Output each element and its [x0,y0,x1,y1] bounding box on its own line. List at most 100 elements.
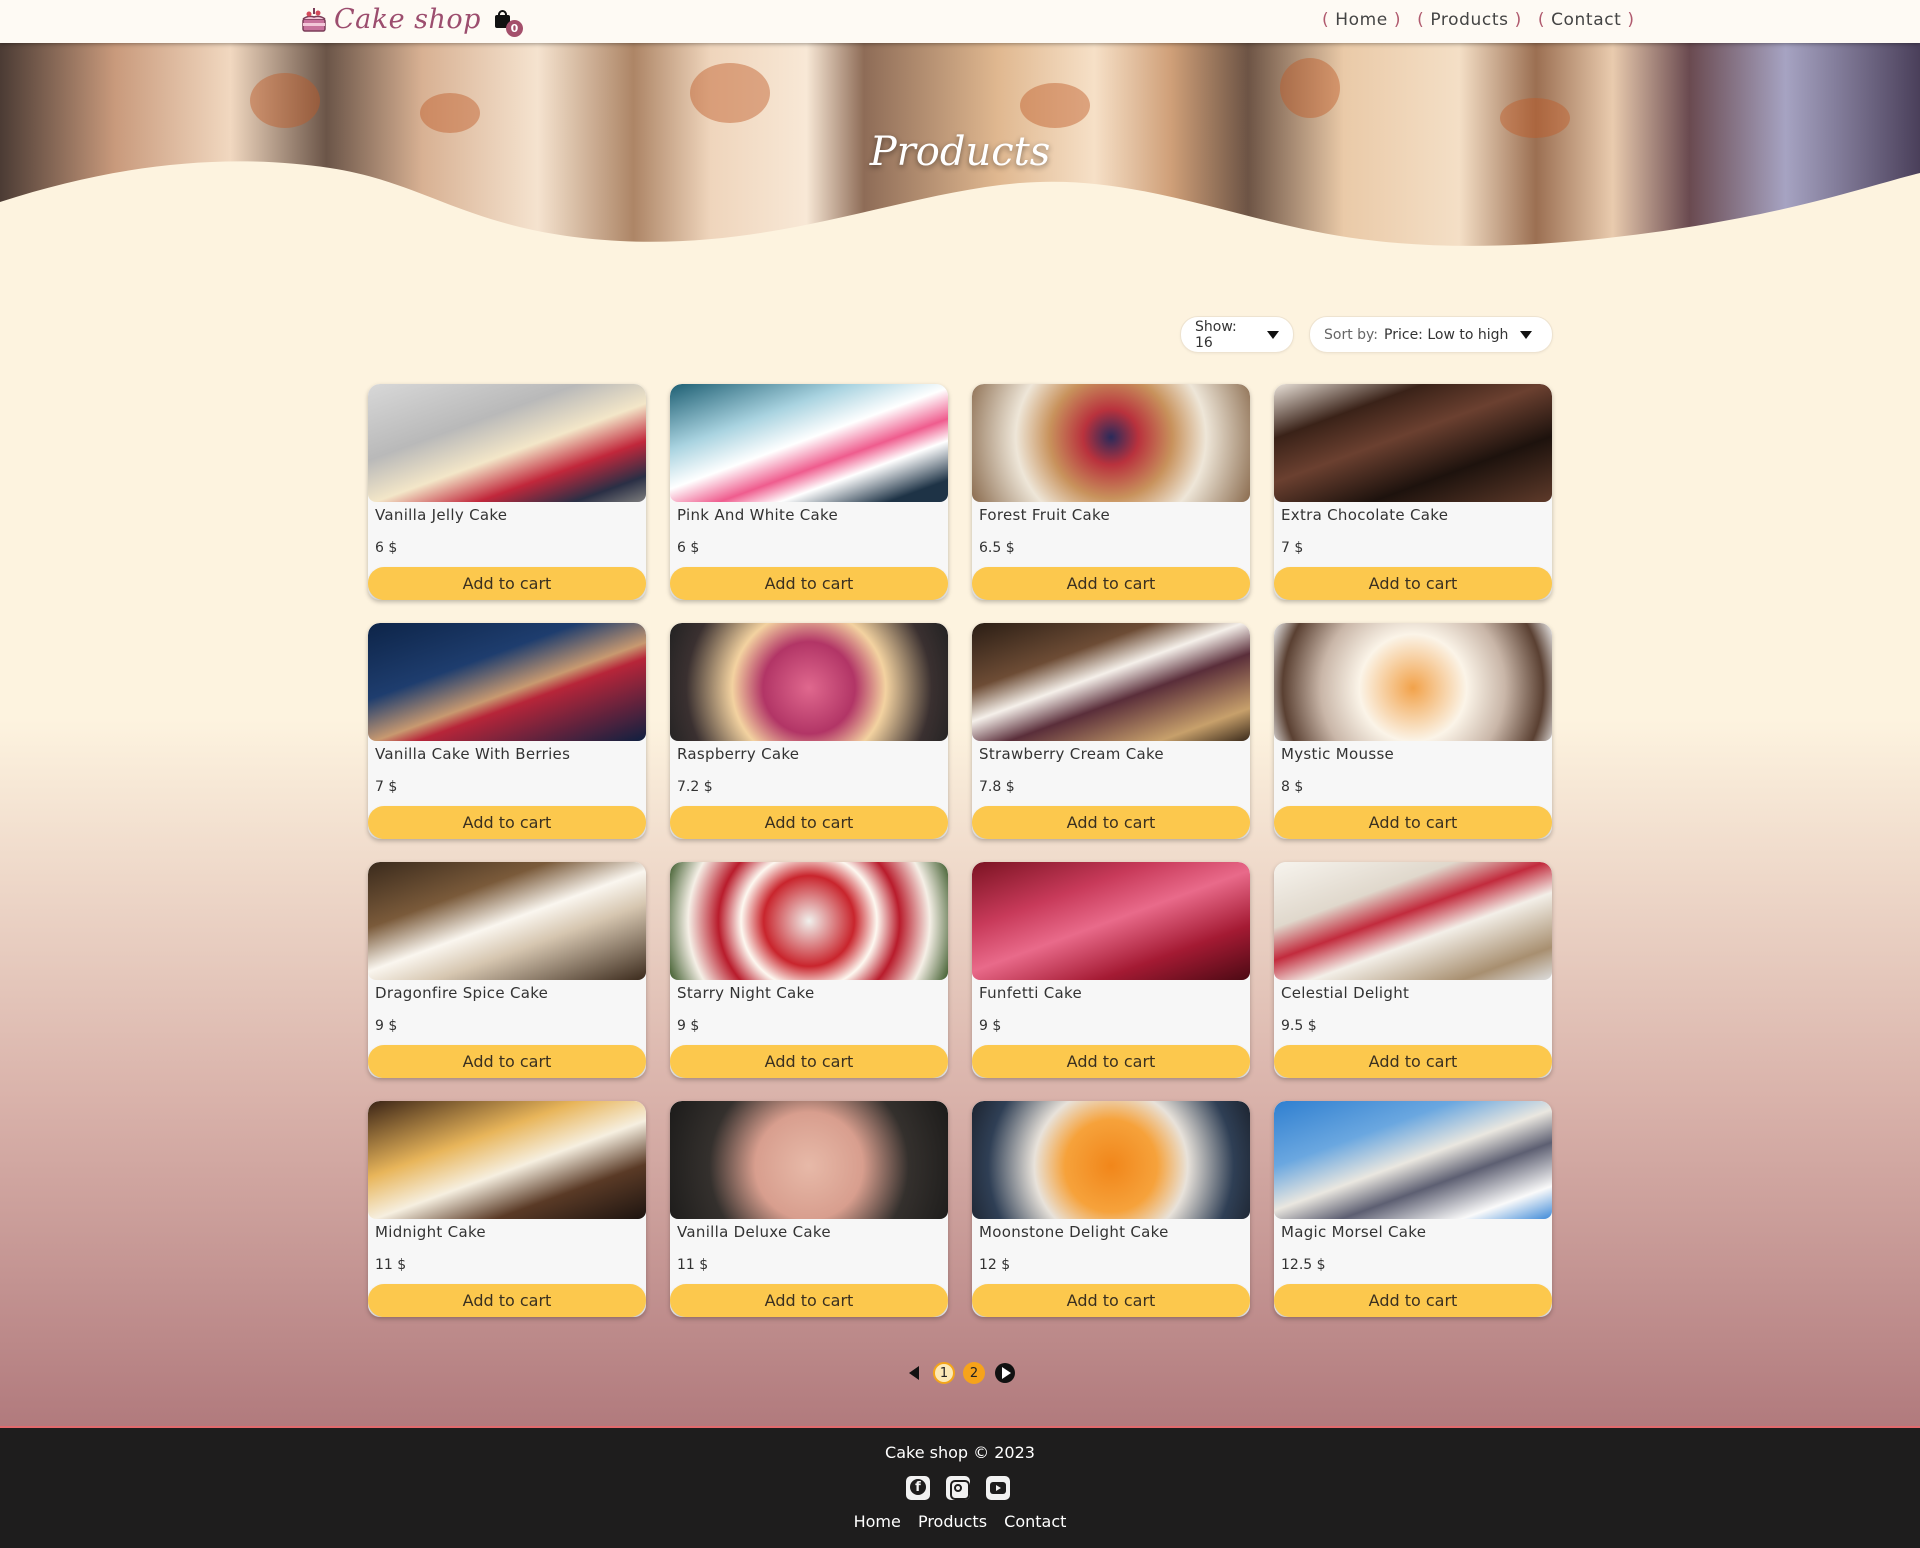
product-name: Vanilla Cake With Berries [375,745,571,763]
product-name: Mystic Mousse [1281,745,1395,763]
sort-select[interactable]: Sort by: Price: Low to high [1309,316,1553,353]
nav-home-label: Home [1335,10,1388,30]
product-name: Midnight Cake [375,1223,486,1241]
product-image[interactable] [670,862,948,980]
footer-link-products[interactable]: Products [918,1512,987,1531]
product-price: 6.5 $ [979,540,1015,556]
add-to-cart-button[interactable]: Add to cart [972,567,1250,600]
add-to-cart-button[interactable]: Add to cart [972,1045,1250,1078]
add-to-cart-button[interactable]: Add to cart [368,567,646,600]
product-card[interactable]: Vanilla Jelly Cake 6 $ Add to cart [368,384,646,600]
product-image[interactable] [972,384,1250,502]
next-page-icon[interactable] [995,1363,1015,1383]
cake-logo-icon [300,6,328,34]
add-to-cart-button[interactable]: Add to cart [368,806,646,839]
product-card[interactable]: Vanilla Deluxe Cake 11 $ Add to cart [670,1101,948,1317]
add-to-cart-button[interactable]: Add to cart [670,567,948,600]
page-2-button[interactable]: 2 [963,1362,985,1384]
prev-page-icon[interactable] [909,1366,919,1380]
cart-count-badge: 0 [505,19,523,37]
product-card[interactable]: Pink And White Cake 6 $ Add to cart [670,384,948,600]
product-price: 9.5 $ [1281,1018,1317,1034]
product-card[interactable]: Magic Morsel Cake 12.5 $ Add to cart [1274,1101,1552,1317]
product-image[interactable] [1274,862,1552,980]
product-image[interactable] [1274,623,1552,741]
product-image[interactable] [368,384,646,502]
add-to-cart-button[interactable]: Add to cart [670,1284,948,1317]
product-card[interactable]: Vanilla Cake With Berries 7 $ Add to cart [368,623,646,839]
footer: Cake shop © 2023 Home Products Contact [0,1426,1920,1548]
show-count-label: Show: 16 [1195,318,1237,351]
add-to-cart-button[interactable]: Add to cart [670,1045,948,1078]
product-name: Vanilla Deluxe Cake [677,1223,831,1241]
navbar: Cake shop 0 ( Home ) ( Products ) ( Cont… [0,0,1920,43]
product-card[interactable]: Raspberry Cake 7.2 $ Add to cart [670,623,948,839]
product-card[interactable]: Strawberry Cream Cake 7.8 $ Add to cart [972,623,1250,839]
add-to-cart-button[interactable]: Add to cart [972,1284,1250,1317]
add-to-cart-button[interactable]: Add to cart [1274,567,1552,600]
product-name: Moonstone Delight Cake [979,1223,1169,1241]
add-to-cart-button[interactable]: Add to cart [368,1045,646,1078]
product-card[interactable]: Forest Fruit Cake 6.5 $ Add to cart [972,384,1250,600]
product-price: 7 $ [1281,540,1304,556]
pagination: 1 2 [905,1362,1015,1384]
product-image[interactable] [972,862,1250,980]
product-name: Vanilla Jelly Cake [375,506,508,524]
product-name: Raspberry Cake [677,745,800,763]
product-image[interactable] [368,1101,646,1219]
add-to-cart-button[interactable]: Add to cart [1274,806,1552,839]
product-image[interactable] [1274,1101,1552,1219]
product-name: Dragonfire Spice Cake [375,984,549,1002]
sort-prefix-label: Sort by: [1324,326,1379,343]
product-name: Extra Chocolate Cake [1281,506,1449,524]
instagram-icon[interactable] [946,1476,970,1500]
brand[interactable]: Cake shop 0 [300,4,525,37]
footer-link-contact[interactable]: Contact [1004,1512,1066,1531]
product-image[interactable] [670,384,948,502]
nav-link-home[interactable]: ( Home ) [1322,10,1401,30]
product-name: Starry Night Cake [677,984,815,1002]
page-title: Products [869,129,1051,175]
product-price: 12 $ [979,1257,1011,1273]
product-name: Funfetti Cake [979,984,1082,1002]
add-to-cart-button[interactable]: Add to cart [1274,1284,1552,1317]
cart-button[interactable]: 0 [493,5,525,37]
sort-value: Price: Low to high [1384,326,1509,343]
nav-link-contact[interactable]: ( Contact ) [1538,10,1635,30]
add-to-cart-button[interactable]: Add to cart [368,1284,646,1317]
add-to-cart-button[interactable]: Add to cart [1274,1045,1552,1078]
nav-link-products[interactable]: ( Products ) [1417,10,1522,30]
show-count-select[interactable]: Show: 16 [1180,316,1294,353]
hero-banner: Products [0,43,1920,255]
product-name: Strawberry Cream Cake [979,745,1164,763]
product-card[interactable]: Moonstone Delight Cake 12 $ Add to cart [972,1101,1250,1317]
product-price: 7.8 $ [979,779,1015,795]
social-links [906,1476,1026,1500]
product-card[interactable]: Extra Chocolate Cake 7 $ Add to cart [1274,384,1552,600]
copyright-text: Cake shop © 2023 [885,1443,1035,1462]
product-name: Celestial Delight [1281,984,1410,1002]
product-price: 9 $ [979,1018,1002,1034]
facebook-icon[interactable] [906,1476,930,1500]
product-price: 6 $ [375,540,398,556]
footer-links: Home Products Contact [0,1512,1920,1531]
product-card[interactable]: Dragonfire Spice Cake 9 $ Add to cart [368,862,646,1078]
footer-link-home[interactable]: Home [854,1512,901,1531]
product-card[interactable]: Midnight Cake 11 $ Add to cart [368,1101,646,1317]
product-image[interactable] [670,623,948,741]
product-card[interactable]: Celestial Delight 9.5 $ Add to cart [1274,862,1552,1078]
product-card[interactable]: Funfetti Cake 9 $ Add to cart [972,862,1250,1078]
product-image[interactable] [368,623,646,741]
add-to-cart-button[interactable]: Add to cart [972,806,1250,839]
product-image[interactable] [972,1101,1250,1219]
product-name: Pink And White Cake [677,506,839,524]
product-image[interactable] [368,862,646,980]
youtube-icon[interactable] [986,1476,1010,1500]
product-image[interactable] [972,623,1250,741]
page-1-button[interactable]: 1 [933,1362,955,1384]
product-card[interactable]: Starry Night Cake 9 $ Add to cart [670,862,948,1078]
product-card[interactable]: Mystic Mousse 8 $ Add to cart [1274,623,1552,839]
product-image[interactable] [670,1101,948,1219]
product-image[interactable] [1274,384,1552,502]
add-to-cart-button[interactable]: Add to cart [670,806,948,839]
